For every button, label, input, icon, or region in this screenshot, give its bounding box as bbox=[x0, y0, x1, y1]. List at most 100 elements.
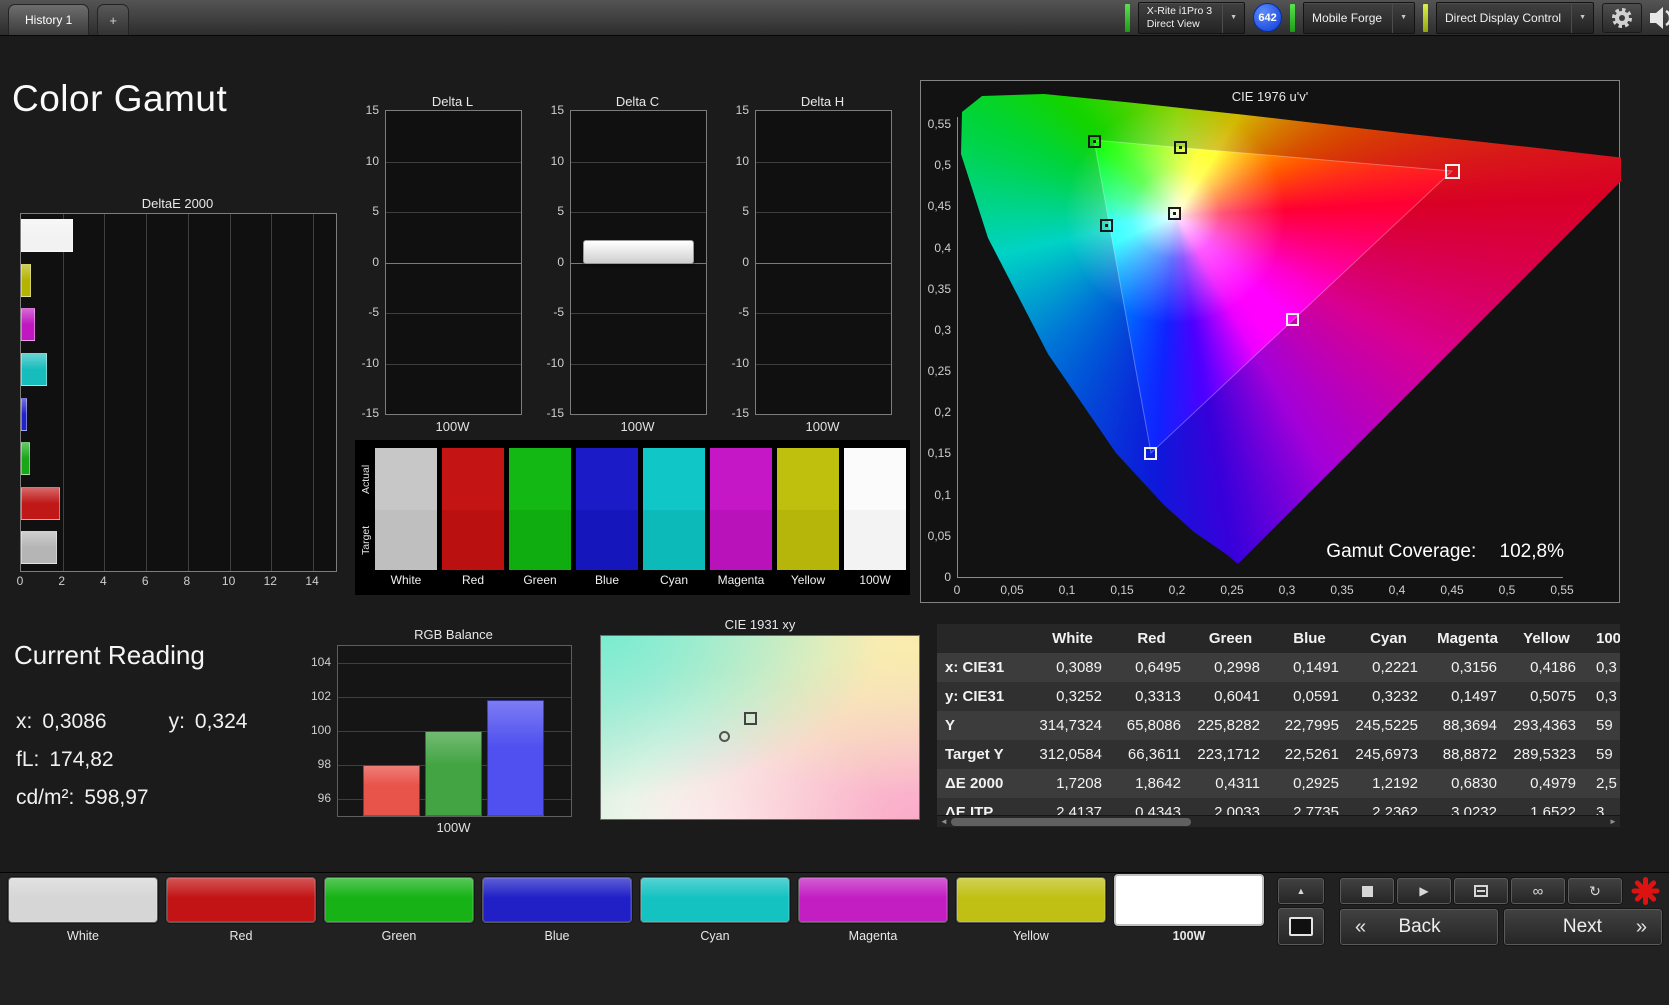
continuous-measure-button[interactable]: ∞ bbox=[1511, 878, 1565, 904]
table-cell: 0,4979 bbox=[1530, 775, 1576, 792]
deltae-x-tick-label: 14 bbox=[305, 574, 319, 588]
panel-up-button[interactable]: ▲ bbox=[1278, 878, 1324, 904]
marker-blue-primary bbox=[1144, 446, 1158, 460]
source-dropdown[interactable]: Mobile Forge ▼ bbox=[1303, 1, 1416, 34]
meter-dropdown[interactable]: X-Rite i1Pro 3 Direct View ▼ bbox=[1137, 1, 1246, 34]
display-icon bbox=[1289, 917, 1313, 936]
y-value: 0,324 bbox=[194, 710, 248, 733]
scroll-right-icon[interactable]: ► bbox=[1606, 816, 1620, 827]
patch-button-magenta[interactable]: Magenta bbox=[798, 877, 948, 947]
table-row[interactable]: x: CIE31 0,3089 0,6495 0,2998 0,1491 0,2221 0,… bbox=[937, 653, 1620, 682]
cie-1931-chart: CIE 1931 xy bbox=[600, 617, 920, 827]
swatch-column-green: Green bbox=[509, 448, 571, 595]
patch-label: Magenta bbox=[848, 929, 898, 943]
report-button[interactable] bbox=[1454, 878, 1508, 904]
chart-plot bbox=[385, 110, 522, 415]
delta-y-tick-label: 0 bbox=[557, 254, 564, 269]
next-chevrons-icon: » bbox=[1635, 915, 1647, 938]
settings-button[interactable] bbox=[1602, 2, 1642, 33]
swatch-label: Cyan bbox=[659, 573, 688, 587]
back-button[interactable]: « Back bbox=[1340, 909, 1498, 945]
table-cell: 0,1497 bbox=[1451, 688, 1497, 705]
add-tab-button[interactable]: + bbox=[97, 4, 129, 35]
source-name: Mobile Forge bbox=[1312, 10, 1383, 25]
deltae-bar-white bbox=[21, 531, 57, 565]
table-row[interactable]: Target Y 312,0584 66,3611 223,1712 22,5261 24… bbox=[937, 740, 1620, 769]
delta-y-tick-label: 15 bbox=[365, 103, 379, 117]
delta-y-tick-label: -5 bbox=[553, 305, 564, 319]
chart-plot bbox=[600, 635, 920, 820]
deltae-x-tick-label: 0 bbox=[16, 574, 24, 588]
table-row[interactable]: ΔE ITP 2,4137 0,4343 2,0033 2,7735 2,2362 3,02… bbox=[937, 798, 1620, 815]
meter-line1: X-Rite i1Pro 3 bbox=[1146, 5, 1213, 17]
table-horizontal-scrollbar[interactable]: ◄ ► bbox=[937, 815, 1620, 827]
chart-title: Delta C bbox=[615, 94, 660, 109]
chromaticity-markers bbox=[921, 81, 1619, 602]
delta-y-tick-label: 5 bbox=[372, 204, 379, 218]
current-reading-title: Current Reading bbox=[14, 640, 205, 670]
table-cell-partial: 0,3 bbox=[1596, 659, 1617, 676]
patch-button-100w[interactable]: 100W bbox=[1114, 874, 1264, 947]
current-reading-section: Current Reading x: 0,3086 y: 0,324 fL: 174,8… bbox=[14, 640, 334, 820]
table-row[interactable]: y: CIE31 0,3252 0,3313 0,6041 0,0591 0,3232 0,… bbox=[937, 682, 1620, 711]
chart-plot bbox=[570, 110, 707, 415]
table-cell: 0,3313 bbox=[1135, 688, 1181, 705]
column-header-blue: Blue bbox=[1293, 630, 1326, 647]
delta-gridline bbox=[571, 313, 706, 314]
column-header-red: Red bbox=[1137, 630, 1166, 647]
delta-y-tick-label: -15 bbox=[361, 406, 379, 420]
refresh-button[interactable]: ↻ bbox=[1568, 878, 1622, 904]
scrollbar-track[interactable] bbox=[951, 816, 1606, 828]
reading-count-badge[interactable]: 642 bbox=[1253, 3, 1283, 32]
table-cell: 0,0591 bbox=[1293, 688, 1339, 705]
table-cell: 2,4137 bbox=[1056, 804, 1102, 815]
delta-y-tick-label: -15 bbox=[546, 406, 564, 420]
patch-button-green[interactable]: Green bbox=[324, 877, 474, 947]
table-cell: 1,7208 bbox=[1056, 775, 1102, 792]
scrollbar-thumb[interactable] bbox=[951, 817, 1191, 826]
display-control-dropdown[interactable]: Direct Display Control ▼ bbox=[1436, 1, 1594, 34]
tab-history-1[interactable]: History 1 bbox=[8, 4, 90, 35]
next-button[interactable]: Next » bbox=[1504, 909, 1662, 945]
patch-button-white[interactable]: White bbox=[8, 877, 158, 947]
speaker-icon[interactable] bbox=[1650, 6, 1669, 29]
patch-button-yellow[interactable]: Yellow bbox=[956, 877, 1106, 947]
marker-red-primary bbox=[1444, 164, 1460, 180]
swatch-column-yellow: Yellow bbox=[777, 448, 839, 595]
swatch-column-blue: Blue bbox=[576, 448, 638, 595]
delta-y-tick-label: 0 bbox=[372, 254, 379, 269]
display-mode-button[interactable] bbox=[1278, 908, 1324, 945]
play-icon: ▶ bbox=[1419, 884, 1429, 898]
delta-y-tick-label: 10 bbox=[365, 153, 379, 168]
swatch-column-100w: 100W bbox=[844, 448, 906, 595]
chart-title: DeltaE 2000 bbox=[141, 196, 214, 211]
patch-button-red[interactable]: Red bbox=[166, 877, 316, 947]
column-header-yellow: Yellow bbox=[1523, 630, 1570, 647]
chevron-down-icon: ▼ bbox=[1571, 2, 1593, 33]
fl-reading-row: fL: 174,82 bbox=[16, 748, 114, 772]
top-bar-controls: X-Rite i1Pro 3 Direct View ▼ 642 Mobile … bbox=[1124, 1, 1669, 34]
deltae-bar-red bbox=[21, 486, 60, 520]
gear-icon bbox=[1612, 7, 1632, 28]
meter-line2: Direct View bbox=[1146, 17, 1200, 30]
marker-white-point bbox=[1168, 207, 1182, 221]
scroll-left-icon[interactable]: ◄ bbox=[937, 816, 951, 827]
xy-reading-row: x: 0,3086 y: 0,324 bbox=[16, 710, 247, 734]
deltae-2000-chart: DeltaE 2000 0 2 4 6 8 10 12 14 bbox=[17, 196, 337, 596]
patch-button-cyan[interactable]: Cyan bbox=[640, 877, 790, 947]
row-label: ΔE ITP bbox=[945, 804, 994, 815]
table-cell: 0,6495 bbox=[1135, 659, 1181, 676]
table-corner-cell bbox=[937, 624, 1033, 653]
swatch-target bbox=[710, 510, 772, 570]
swatch-row-labels: Actual Target bbox=[359, 448, 373, 595]
column-header-green: Green bbox=[1208, 630, 1253, 647]
stop-button[interactable] bbox=[1340, 878, 1394, 904]
table-row[interactable]: Y 314,7324 65,8086 225,8282 22,7995 245,5225 8… bbox=[937, 711, 1620, 740]
patch-button-blue[interactable]: Blue bbox=[482, 877, 632, 947]
marker-magenta bbox=[1286, 313, 1299, 327]
table-cell: 0,2221 bbox=[1372, 659, 1418, 676]
row-label: Target Y bbox=[945, 746, 1004, 763]
y-axis-tick-labels: 104 102 100 98 96 bbox=[297, 645, 331, 815]
play-button[interactable]: ▶ bbox=[1397, 878, 1451, 904]
table-row[interactable]: ΔE 2000 1,7208 1,8642 0,4311 0,2925 1,2192 0,6… bbox=[937, 769, 1620, 798]
